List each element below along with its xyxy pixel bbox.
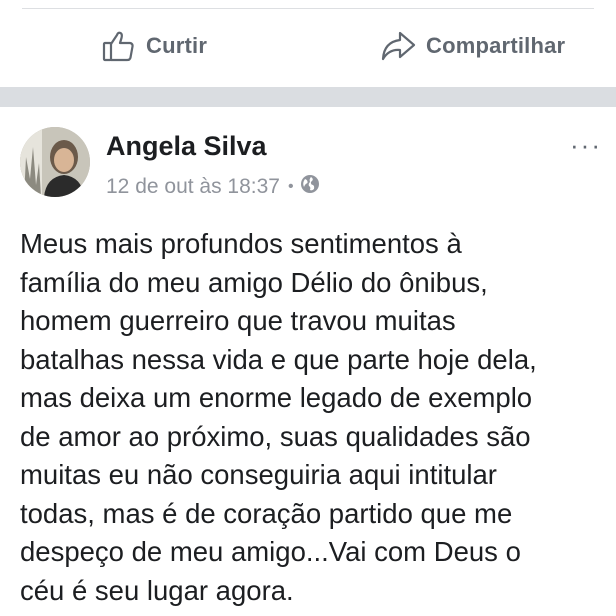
post-body: Meus mais profundos sentimentos à famíli… (20, 225, 610, 610)
divider (22, 8, 594, 9)
feed-separator (0, 87, 616, 107)
share-button[interactable]: Compartilhar (380, 28, 565, 64)
post-body-line: muitas eu não conseguiria aqui intitular (20, 459, 497, 490)
thumbs-up-icon (102, 29, 136, 63)
avatar[interactable] (20, 127, 90, 197)
post-meta: 12 de out às 18:37 • (106, 174, 320, 200)
post-body-line: céu é seu lugar agora. (20, 574, 294, 606)
share-label: Compartilhar (426, 33, 566, 58)
post-body-line: despeço de meu amigo...Vai com Deus o (20, 536, 521, 567)
post-body-line: mas deixa um enorme legado de exemplo (20, 382, 533, 413)
post-body-line: Meus mais profundos sentimentos à (20, 228, 462, 259)
share-arrow-icon (380, 29, 416, 63)
post-timestamp[interactable]: 12 de out às 18:37 (106, 175, 280, 199)
post-body-line: batalhas nessa vida e que parte hoje del… (20, 343, 537, 375)
meta-separator: • (287, 178, 294, 195)
like-label: Curtir (146, 33, 208, 58)
post-body-line: de amor ao próximo, suas qualidades são (20, 420, 531, 452)
globe-icon (300, 174, 320, 200)
feed-viewport: Curtir Compartilhar Angela Silva 12 de o… (0, 0, 616, 616)
post-card: Angela Silva 12 de out às 18:37 • ··· Me… (0, 107, 616, 616)
author-name[interactable]: Angela Silva (106, 131, 267, 162)
previous-post-action-bar: Curtir Compartilhar (0, 0, 616, 87)
more-options-button[interactable]: ··· (570, 132, 602, 158)
post-body-line: família do meu amigo Délio do ônibus, (20, 266, 488, 298)
like-button[interactable]: Curtir (102, 28, 207, 64)
post-body-line: homem guerreiro que travou muitas (20, 305, 456, 336)
post-body-line: todas, mas é de coração partido que me (20, 497, 513, 529)
